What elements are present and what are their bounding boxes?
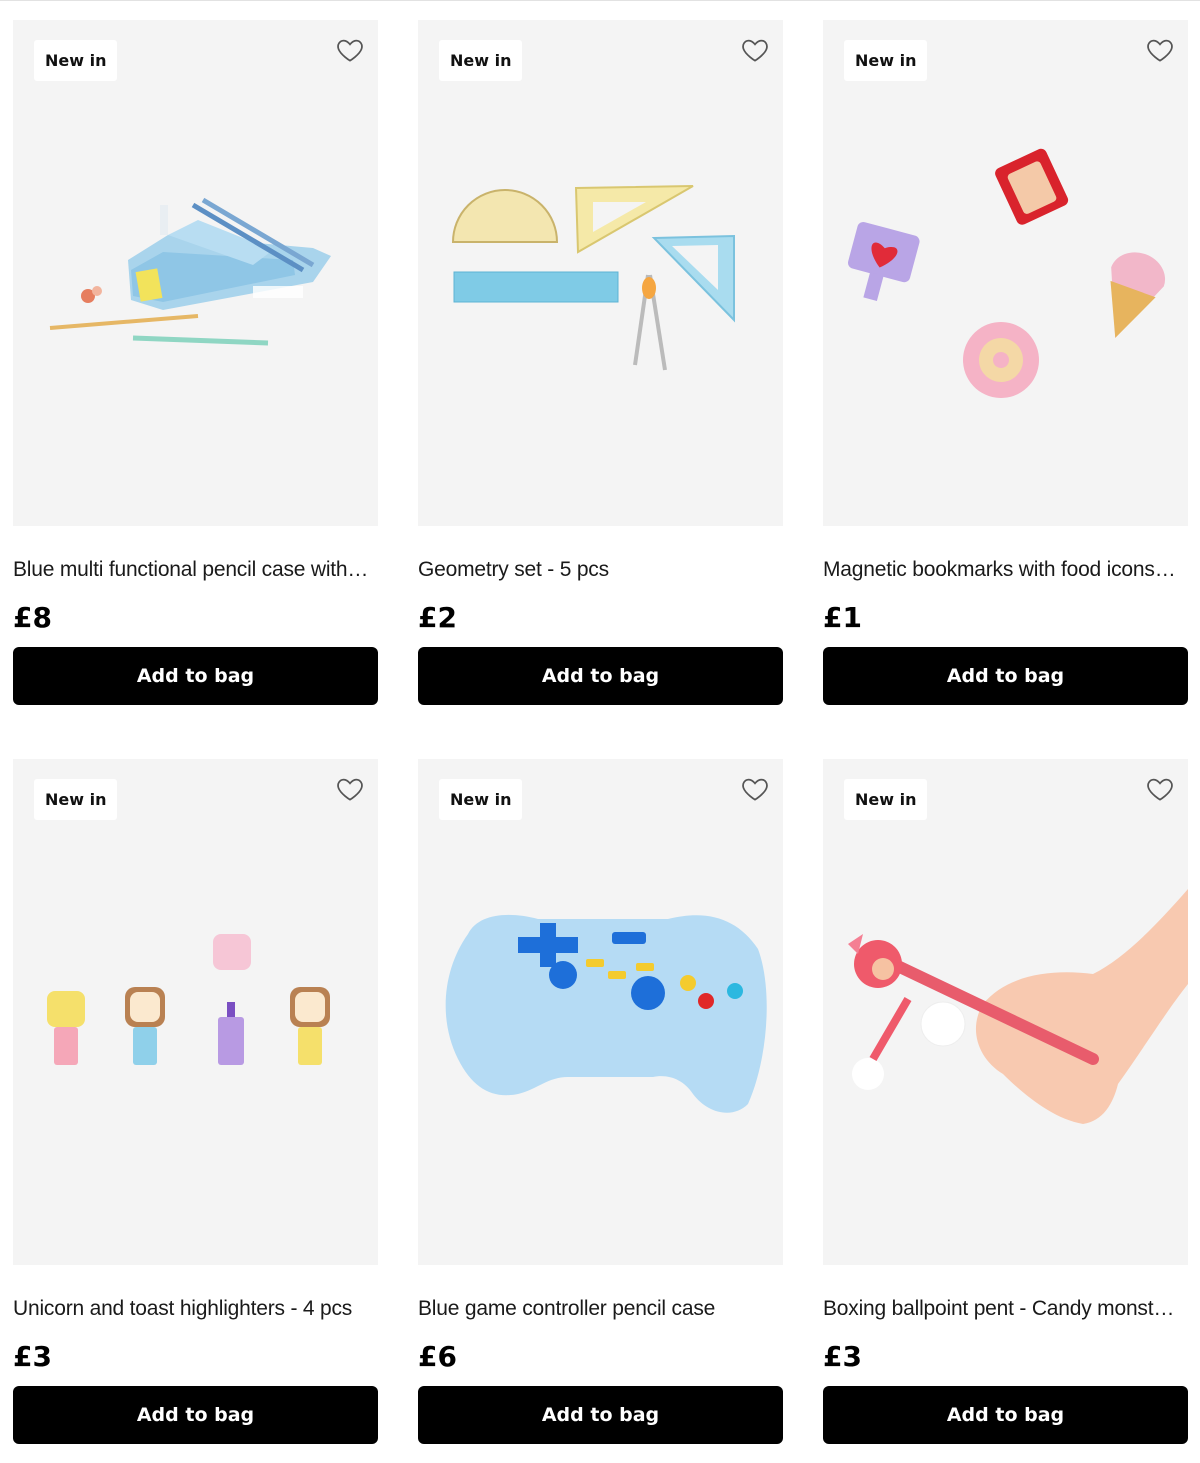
product-price: £1	[823, 601, 862, 634]
product-title[interactable]: Blue game controller pencil case	[418, 1295, 783, 1323]
product-card[interactable]: New in Blue game controller pencil case …	[418, 759, 783, 1444]
product-price: £8	[13, 601, 52, 634]
heart-outline-icon[interactable]	[740, 35, 770, 65]
product-image[interactable]: New in	[823, 759, 1188, 1265]
product-title[interactable]: Boxing ballpoint pent - Candy monst…	[823, 1295, 1188, 1323]
product-price: £3	[13, 1340, 52, 1373]
product-image[interactable]: New in	[418, 20, 783, 526]
product-title[interactable]: Geometry set - 5 pcs	[418, 556, 783, 584]
heart-outline-icon[interactable]	[740, 774, 770, 804]
new-in-badge: New in	[34, 779, 118, 820]
product-image[interactable]: New in	[823, 20, 1188, 526]
add-to-bag-button[interactable]: Add to bag	[13, 1386, 378, 1444]
product-price: £2	[418, 601, 457, 634]
product-price: £6	[418, 1340, 457, 1373]
new-in-badge: New in	[439, 40, 523, 81]
add-to-bag-button[interactable]: Add to bag	[418, 1386, 783, 1444]
product-price: £3	[823, 1340, 862, 1373]
add-to-bag-button[interactable]: Add to bag	[823, 647, 1188, 705]
product-title[interactable]: Blue multi functional pencil case with…	[13, 556, 378, 584]
new-in-badge: New in	[844, 40, 928, 81]
product-card[interactable]: New in Geometry set - 5 pcs £2 Add to ba…	[418, 20, 783, 705]
pencil-case-image	[49, 197, 331, 346]
bookmarks-image	[848, 148, 1166, 398]
heart-outline-icon[interactable]	[335, 774, 365, 804]
game-controller-image	[445, 914, 767, 1113]
heart-outline-icon[interactable]	[335, 35, 365, 65]
heart-outline-icon[interactable]	[1145, 35, 1175, 65]
product-title[interactable]: Unicorn and toast highlighters - 4 pcs	[13, 1295, 378, 1323]
boxing-pen-image	[848, 889, 1188, 1124]
product-image[interactable]: New in	[418, 759, 783, 1265]
product-card[interactable]: New in Boxing ballpoint pent - Candy mon…	[823, 759, 1188, 1444]
product-card[interactable]: New in Unicorn and toast highlighters - …	[13, 759, 378, 1444]
top-divider	[0, 0, 1200, 1]
add-to-bag-button[interactable]: Add to bag	[13, 647, 378, 705]
new-in-badge: New in	[34, 40, 118, 81]
add-to-bag-button[interactable]: Add to bag	[418, 647, 783, 705]
product-card[interactable]: New in Blue multi functional pencil case…	[13, 20, 378, 705]
new-in-badge: New in	[844, 779, 928, 820]
product-image[interactable]: New in	[13, 759, 378, 1265]
product-title[interactable]: Magnetic bookmarks with food icons…	[823, 556, 1188, 584]
heart-outline-icon[interactable]	[1145, 774, 1175, 804]
geometry-set-image	[451, 185, 735, 371]
new-in-badge: New in	[439, 779, 523, 820]
add-to-bag-button[interactable]: Add to bag	[823, 1386, 1188, 1444]
product-image[interactable]: New in	[13, 20, 378, 526]
highlighters-image	[47, 934, 330, 1065]
product-card[interactable]: New in Magnetic bookmarks with food icon…	[823, 20, 1188, 705]
